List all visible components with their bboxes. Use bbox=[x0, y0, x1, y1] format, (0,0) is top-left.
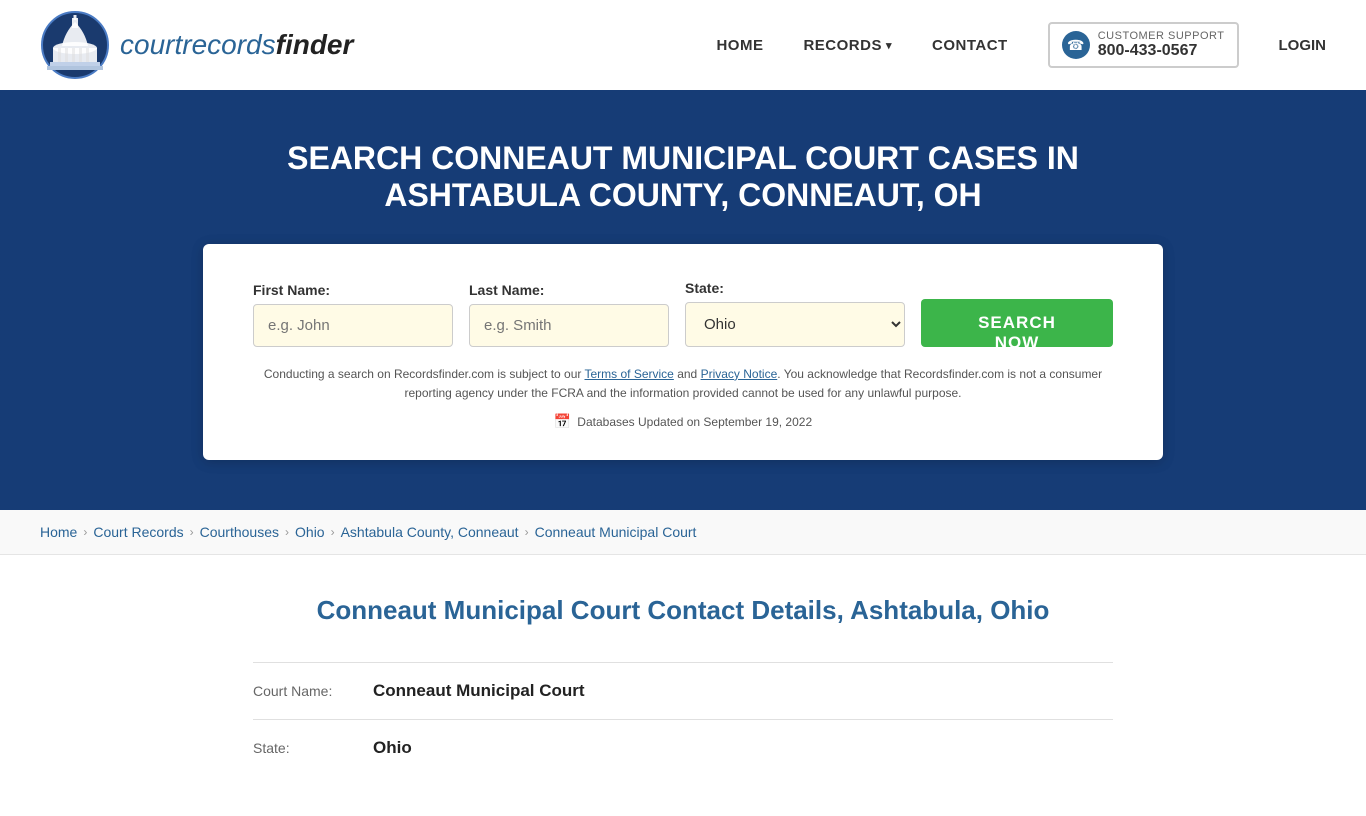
last-name-input[interactable] bbox=[469, 304, 669, 347]
first-name-group: First Name: bbox=[253, 282, 453, 347]
logo-text: courtrecordsfinder bbox=[120, 29, 353, 61]
logo-icon bbox=[40, 10, 110, 80]
state-select[interactable]: Ohio Alabama Alaska California bbox=[685, 302, 905, 347]
breadcrumb-sep-4: › bbox=[331, 525, 335, 539]
search-form: First Name: Last Name: State: Ohio Alaba… bbox=[253, 280, 1113, 347]
nav-contact[interactable]: CONTACT bbox=[932, 37, 1008, 54]
logo-area: courtrecordsfinder bbox=[40, 10, 716, 80]
search-button[interactable]: SEARCH NOW bbox=[921, 299, 1113, 347]
court-name-label: Court Name: bbox=[253, 683, 373, 699]
breadcrumb-current: Conneaut Municipal Court bbox=[535, 524, 697, 540]
calendar-icon: 📅 bbox=[554, 413, 571, 430]
breadcrumb: Home › Court Records › Courthouses › Ohi… bbox=[0, 510, 1366, 555]
privacy-link[interactable]: Privacy Notice bbox=[701, 367, 778, 381]
db-updated: 📅 Databases Updated on September 19, 202… bbox=[253, 413, 1113, 430]
chevron-down-icon: ▾ bbox=[886, 39, 892, 52]
phone-icon: ☎ bbox=[1062, 31, 1090, 59]
detail-row-state: State: Ohio bbox=[253, 719, 1113, 776]
state-label: State: bbox=[685, 280, 905, 296]
nav-login[interactable]: LOGIN bbox=[1279, 37, 1327, 54]
tos-link[interactable]: Terms of Service bbox=[585, 367, 674, 381]
hero-title: SEARCH CONNEAUT MUNICIPAL COURT CASES IN… bbox=[233, 140, 1133, 214]
breadcrumb-sep-3: › bbox=[285, 525, 289, 539]
hero-section: SEARCH CONNEAUT MUNICIPAL COURT CASES IN… bbox=[0, 90, 1366, 510]
nav-records[interactable]: RECORDS ▾ bbox=[803, 37, 892, 54]
header: courtrecordsfinder HOME RECORDS ▾ CONTAC… bbox=[0, 0, 1366, 90]
last-name-group: Last Name: bbox=[469, 282, 669, 347]
breadcrumb-home[interactable]: Home bbox=[40, 524, 77, 540]
disclaimer-text: Conducting a search on Recordsfinder.com… bbox=[253, 365, 1113, 403]
breadcrumb-court-records[interactable]: Court Records bbox=[93, 524, 183, 540]
search-card: First Name: Last Name: State: Ohio Alaba… bbox=[203, 244, 1163, 460]
breadcrumb-sep-1: › bbox=[83, 525, 87, 539]
support-box[interactable]: ☎ CUSTOMER SUPPORT 800-433-0567 bbox=[1048, 22, 1239, 68]
first-name-input[interactable] bbox=[253, 304, 453, 347]
breadcrumb-sep-2: › bbox=[190, 525, 194, 539]
page-heading: Conneaut Municipal Court Contact Details… bbox=[253, 595, 1113, 626]
state-detail-value: Ohio bbox=[373, 738, 412, 758]
nav: HOME RECORDS ▾ CONTACT ☎ CUSTOMER SUPPOR… bbox=[716, 22, 1326, 68]
main-content: Conneaut Municipal Court Contact Details… bbox=[233, 555, 1133, 816]
support-label: CUSTOMER SUPPORT bbox=[1098, 30, 1225, 42]
breadcrumb-ohio[interactable]: Ohio bbox=[295, 524, 325, 540]
breadcrumb-sep-5: › bbox=[525, 525, 529, 539]
state-group: State: Ohio Alabama Alaska California bbox=[685, 280, 905, 347]
state-detail-label: State: bbox=[253, 740, 373, 756]
last-name-label: Last Name: bbox=[469, 282, 669, 298]
nav-home[interactable]: HOME bbox=[716, 37, 763, 54]
detail-row-court-name: Court Name: Conneaut Municipal Court bbox=[253, 662, 1113, 719]
court-name-value: Conneaut Municipal Court bbox=[373, 681, 585, 701]
breadcrumb-county[interactable]: Ashtabula County, Conneaut bbox=[341, 524, 519, 540]
breadcrumb-courthouses[interactable]: Courthouses bbox=[200, 524, 279, 540]
first-name-label: First Name: bbox=[253, 282, 453, 298]
support-number: 800-433-0567 bbox=[1098, 42, 1225, 60]
